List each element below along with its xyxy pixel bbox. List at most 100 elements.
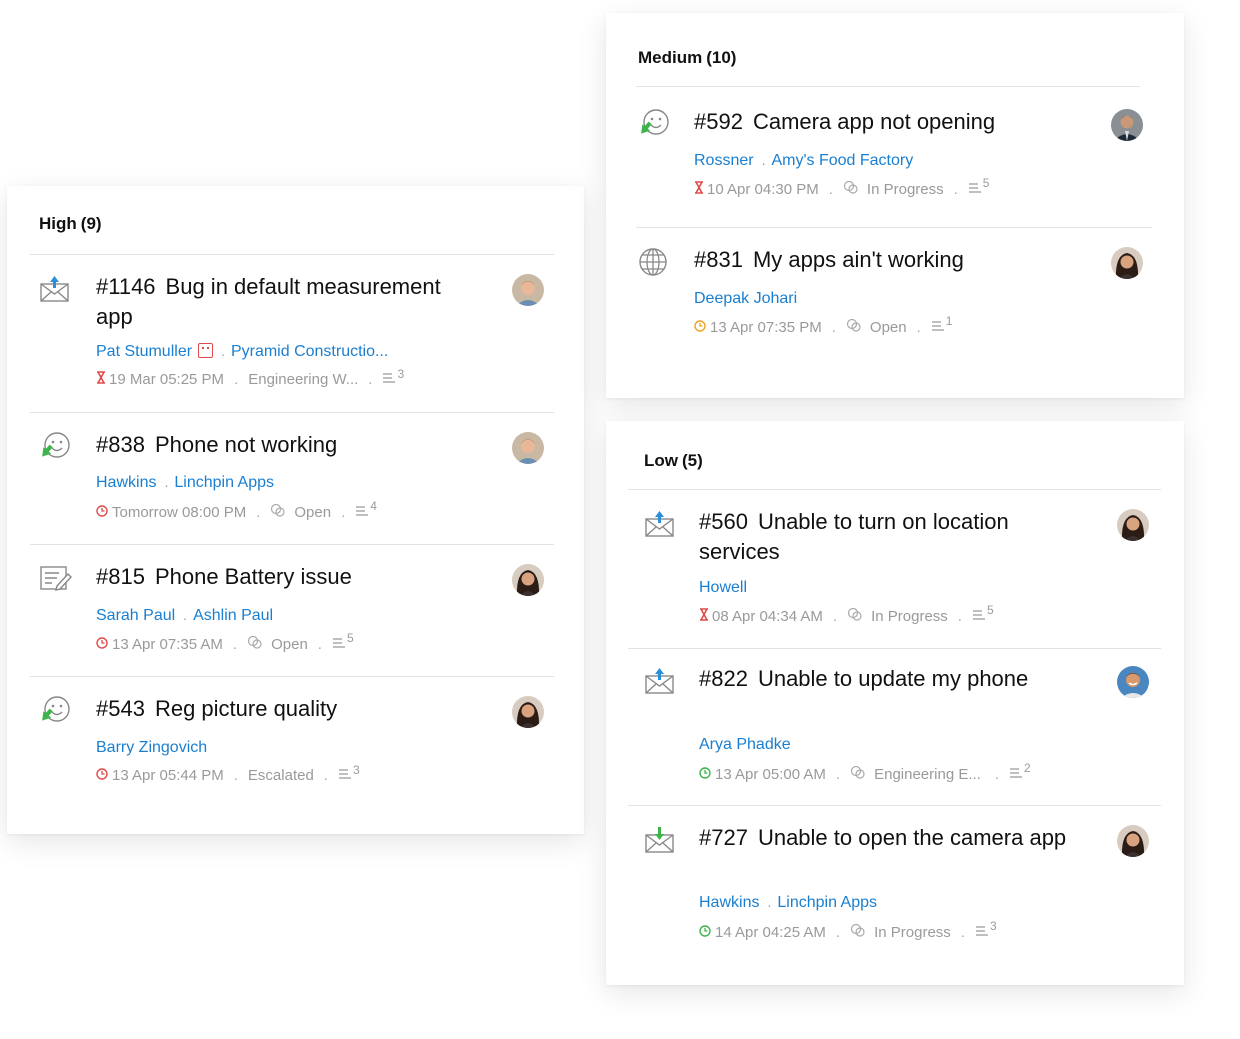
ticket-subject[interactable]: #560 Unable to turn on location services xyxy=(699,507,1079,567)
feedback-icon xyxy=(39,696,73,730)
ticket-contacts: Hawkins. Linchpin Apps xyxy=(96,474,274,491)
ticket-card[interactable]: #560 Unable to turn on location services … xyxy=(644,509,1154,629)
thread-icon xyxy=(931,319,945,336)
avatar xyxy=(512,564,544,596)
ticket-card[interactable]: #815 Phone Battery issue Sarah Paul. Ashli… xyxy=(39,564,549,654)
email-icon xyxy=(644,666,678,700)
avatar xyxy=(1111,109,1143,141)
clock-green-icon xyxy=(699,924,711,941)
ticket-meta: 14 Apr 04:25 AM. In Progress. 3 xyxy=(699,919,997,941)
ticket-card[interactable]: #831 My apps ain't working Deepak Johari … xyxy=(638,247,1148,343)
contact-link[interactable]: Rossner xyxy=(694,152,754,169)
ticket-contacts: Arya Phadke xyxy=(699,736,791,754)
ticket-card[interactable]: #822 Unable to update my phone Arya Phadk… xyxy=(644,666,1154,786)
divider xyxy=(30,544,554,545)
feedback-icon xyxy=(39,432,73,466)
ticket-meta: 13 Apr 07:35 PM. Open. 1 xyxy=(694,314,952,336)
ticket-subject[interactable]: #815 Phone Battery issue xyxy=(96,562,352,592)
thread-icon xyxy=(975,924,989,941)
ticket-card[interactable]: #727 Unable to open the camera app Hawkin… xyxy=(644,825,1154,945)
ticket-contacts: Pat Stumuller. Pyramid Constructio... xyxy=(96,343,389,360)
panel-low: Low (5) #560 Unable to turn on location se… xyxy=(606,421,1184,985)
email-in-icon xyxy=(644,825,678,859)
thread-icon xyxy=(338,767,352,784)
contact-link[interactable]: Hawkins xyxy=(96,474,156,491)
globe-icon xyxy=(638,247,672,281)
ticket-contacts: Hawkins. Linchpin Apps xyxy=(699,894,877,911)
divider xyxy=(636,227,1152,228)
ticket-card[interactable]: #838 Phone not working Hawkins. Linchpin A… xyxy=(39,432,549,522)
divider xyxy=(30,254,554,255)
ticket-contacts: Rossner. Amy's Food Factory xyxy=(694,152,914,169)
ticket-meta: 08 Apr 04:34 AM. In Progress. 5 xyxy=(699,603,994,625)
status-icon xyxy=(850,923,866,941)
avatar xyxy=(1117,825,1149,857)
panel-medium: Medium (10) #592 Camera app not opening Ro… xyxy=(606,13,1184,398)
panel-title: Medium (10) xyxy=(638,48,737,67)
ticket-subject[interactable]: #543 Reg picture quality xyxy=(96,694,337,724)
contact-link[interactable]: Arya Phadke xyxy=(699,736,791,753)
ticket-subject[interactable]: #822 Unable to update my phone xyxy=(699,664,1028,694)
panel-title: Low (5) xyxy=(644,451,703,470)
ticket-meta: 13 Apr 07:35 AM. Open. 5 xyxy=(96,631,354,653)
account-link[interactable]: Pyramid Constructio... xyxy=(231,343,388,360)
divider xyxy=(636,86,1140,87)
ticket-contacts: Deepak Johari xyxy=(694,290,797,308)
form-icon xyxy=(39,564,73,598)
ticket-meta: Tomorrow 08:00 PM. Open. 4 xyxy=(96,499,377,521)
email-icon xyxy=(644,509,678,543)
account-link[interactable]: Linchpin Apps xyxy=(777,894,877,911)
contact-link[interactable]: Barry Zingovich xyxy=(96,739,207,756)
contact-link[interactable]: Hawkins xyxy=(699,894,759,911)
ticket-contacts: Sarah Paul. Ashlin Paul xyxy=(96,607,274,624)
account-link[interactable]: Ashlin Paul xyxy=(193,607,273,624)
clock-red-icon xyxy=(96,767,108,784)
contact-link[interactable]: Deepak Johari xyxy=(694,290,797,307)
unhappy-icon xyxy=(198,343,214,358)
divider xyxy=(30,676,554,677)
status-icon xyxy=(850,765,866,783)
contact-link[interactable]: Sarah Paul xyxy=(96,607,175,624)
ticket-subject[interactable]: #831 My apps ain't working xyxy=(694,245,964,275)
status-icon xyxy=(847,607,863,625)
ticket-subject[interactable]: #592 Camera app not opening xyxy=(694,107,995,137)
thread-icon xyxy=(972,608,986,625)
ticket-subject[interactable]: #1146 Bug in default measurement app xyxy=(96,272,476,332)
ticket-contacts: Howell xyxy=(699,579,747,597)
ticket-meta: 13 Apr 05:44 PM. Escalated. 3 xyxy=(96,763,360,784)
ticket-card[interactable]: #592 Camera app not opening Rossner. Amy's… xyxy=(638,109,1148,205)
ticket-subject[interactable]: #727 Unable to open the camera app xyxy=(699,823,1079,853)
thread-icon xyxy=(968,181,982,198)
contact-link[interactable]: Howell xyxy=(699,579,747,596)
panel-high: High (9) #1146 Bug in default measurement … xyxy=(7,186,584,834)
contact-link[interactable]: Pat Stumuller xyxy=(96,343,192,360)
ticket-card[interactable]: #1146 Bug in default measurement app Pat … xyxy=(39,274,549,394)
panel-title: High (9) xyxy=(39,214,102,233)
avatar xyxy=(512,696,544,728)
divider xyxy=(30,412,554,413)
ticket-card[interactable]: #543 Reg picture quality Barry Zingovich … xyxy=(39,696,549,786)
feedback-icon xyxy=(638,109,672,143)
avatar xyxy=(512,432,544,464)
ticket-meta: 19 Mar 05:25 PM. Engineering W.... 3 xyxy=(96,367,404,388)
avatar xyxy=(1117,509,1149,541)
status-icon xyxy=(270,503,286,521)
avatar xyxy=(512,274,544,306)
status-icon xyxy=(247,635,263,653)
avatar xyxy=(1117,666,1149,698)
thread-icon xyxy=(382,371,396,388)
hourglass-icon xyxy=(694,180,704,198)
account-link[interactable]: Amy's Food Factory xyxy=(771,152,913,169)
avatar xyxy=(1111,247,1143,279)
hourglass-icon xyxy=(96,371,106,388)
clock-red-icon xyxy=(96,504,108,521)
ticket-meta: 10 Apr 04:30 PM. In Progress. 5 xyxy=(694,176,989,198)
divider xyxy=(628,489,1161,490)
ticket-subject[interactable]: #838 Phone not working xyxy=(96,430,337,460)
account-link[interactable]: Linchpin Apps xyxy=(174,474,274,491)
clock-orange-icon xyxy=(694,319,706,336)
hourglass-icon xyxy=(699,607,709,625)
status-icon xyxy=(843,180,859,198)
email-icon xyxy=(39,274,73,308)
divider xyxy=(628,805,1161,806)
